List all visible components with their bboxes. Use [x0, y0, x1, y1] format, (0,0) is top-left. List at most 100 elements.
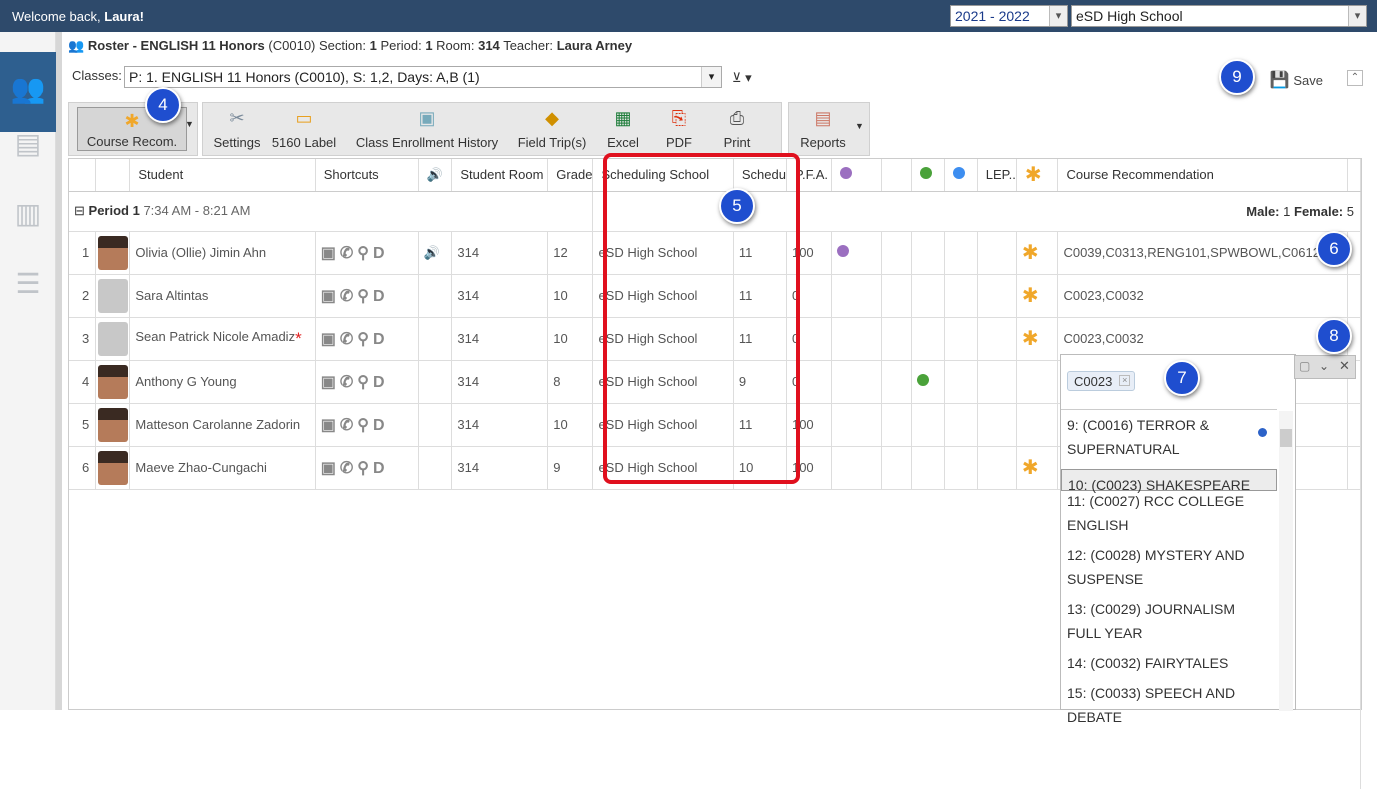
- collapse-group-icon[interactable]: ⊟: [74, 203, 85, 218]
- phone-icon[interactable]: ✆: [340, 374, 357, 391]
- table-row[interactable]: 1 Olivia (Ollie) Jimin Ahn ▣✆⚲D 🔊 314 12 eSD H…: [69, 231, 1362, 275]
- student-name[interactable]: Sean Patrick Nicole Amadiz: [135, 329, 295, 344]
- col-schedu[interactable]: Schedu: [733, 159, 787, 192]
- pdf-button[interactable]: ⎘ PDF: [661, 105, 697, 153]
- col-scheduling-school[interactable]: Scheduling School: [592, 159, 734, 192]
- course-option[interactable]: 15: (C0033) SPEECH AND DEBATE: [1061, 678, 1277, 732]
- col-student[interactable]: Student: [129, 159, 316, 192]
- col-audio[interactable]: 🔊: [418, 159, 453, 192]
- student-name-cell[interactable]: Anthony G Young: [129, 360, 316, 404]
- student-photo[interactable]: [95, 446, 131, 490]
- location-pin-icon[interactable]: ⚲: [357, 417, 373, 434]
- student-name-cell[interactable]: Maeve Zhao-Cungachi: [129, 446, 316, 490]
- scheduling-school: eSD High School: [592, 360, 734, 404]
- asterisk-icon[interactable]: ✱: [1022, 285, 1039, 307]
- col-purple[interactable]: [831, 159, 883, 192]
- grades-icon[interactable]: ▤: [10, 127, 46, 163]
- save-button[interactable]: 💾 Save: [1270, 70, 1323, 90]
- student-photo[interactable]: [95, 403, 131, 447]
- col-asterisk[interactable]: ✱: [1016, 159, 1059, 192]
- course-recommendation[interactable]: C0039,C0313,RENG101,SPWBOWL,C0612: [1057, 231, 1348, 275]
- id-card-icon[interactable]: ▣: [321, 417, 340, 434]
- student-photo[interactable]: [95, 360, 131, 404]
- student-name[interactable]: Maeve Zhao-Cungachi: [135, 460, 267, 475]
- d-icon[interactable]: D: [373, 417, 389, 434]
- id-card-icon[interactable]: ▣: [321, 331, 340, 348]
- asterisk-icon[interactable]: ✱: [1022, 242, 1039, 264]
- field-trips-button[interactable]: ◆ Field Trip(s): [513, 105, 591, 153]
- col-green[interactable]: [911, 159, 945, 192]
- id-card-icon[interactable]: ▣: [321, 460, 340, 477]
- course-recommendation[interactable]: C0023,C0032: [1057, 274, 1348, 318]
- filter-icon[interactable]: ⊻ ▾: [732, 70, 752, 86]
- student-photo[interactable]: [95, 274, 131, 318]
- location-pin-icon[interactable]: ⚲: [357, 331, 373, 348]
- analytics-icon[interactable]: ▥: [10, 197, 46, 233]
- col-shortcuts[interactable]: Shortcuts: [315, 159, 419, 192]
- phone-icon[interactable]: ✆: [340, 331, 357, 348]
- course-option[interactable]: 14: (C0032) FAIRYTALES: [1061, 648, 1277, 678]
- dropdown-arrow-icon[interactable]: ▼: [855, 121, 864, 131]
- course-option[interactable]: 9: (C0016) TERROR & SUPERNATURAL: [1061, 410, 1277, 464]
- student-name-cell[interactable]: Olivia (Ollie) Jimin Ahn: [129, 231, 316, 275]
- chevron-down-icon[interactable]: ⌄: [1319, 359, 1329, 373]
- scrollbar-thumb[interactable]: [1280, 429, 1292, 447]
- options-scrollbar[interactable]: [1279, 411, 1293, 711]
- school-select[interactable]: eSD High School ▾: [1071, 5, 1367, 27]
- class-enrollment-history-button[interactable]: ▣ Class Enrollment History: [353, 105, 501, 153]
- col-pfa[interactable]: P.F.A.: [786, 159, 833, 192]
- sidebar-item-roster[interactable]: 👥: [0, 52, 56, 132]
- col-student-room[interactable]: Student Room: [451, 159, 549, 192]
- school-year-select[interactable]: 2021 - 2022 ▾: [950, 5, 1068, 27]
- label-5160-button[interactable]: ▭ 5160 Label: [269, 105, 339, 153]
- asterisk-icon[interactable]: ✱: [1022, 457, 1039, 479]
- student-name-cell[interactable]: Sean Patrick Nicole Amadiz*: [129, 317, 316, 361]
- classes-select[interactable]: P: 1. ENGLISH 11 Honors (C0010), S: 1,2,…: [124, 66, 722, 88]
- location-pin-icon[interactable]: ⚲: [357, 245, 373, 262]
- asterisk-icon[interactable]: ✱: [1022, 328, 1039, 350]
- location-pin-icon[interactable]: ⚲: [357, 288, 373, 305]
- student-name[interactable]: Olivia (Ollie) Jimin Ahn: [135, 245, 266, 260]
- id-card-icon[interactable]: ▣: [321, 245, 340, 262]
- course-option[interactable]: 12: (C0028) MYSTERY AND SUSPENSE: [1061, 540, 1277, 594]
- d-icon[interactable]: D: [373, 460, 389, 477]
- settings-button[interactable]: ✂ Settings: [211, 105, 263, 153]
- phone-icon[interactable]: ✆: [340, 417, 357, 434]
- table-row[interactable]: 2 Sara Altintas ▣✆⚲D 314 10 eSD High School 11…: [69, 274, 1362, 318]
- d-icon[interactable]: D: [373, 288, 389, 305]
- collapse-up-icon[interactable]: ⌃: [1347, 70, 1363, 86]
- d-icon[interactable]: D: [373, 245, 389, 262]
- student-name-cell[interactable]: Matteson Carolanne Zadorin: [129, 403, 316, 447]
- course-option[interactable]: 10: (C0023) SHAKESPEARE: [1061, 469, 1277, 493]
- reports-button[interactable]: ▤ Reports: [795, 105, 851, 153]
- print-button[interactable]: ⎙ Print: [717, 105, 757, 153]
- col-course-recommendation[interactable]: Course Recommendation: [1057, 159, 1348, 192]
- excel-button[interactable]: ▦ Excel: [603, 105, 643, 153]
- id-card-icon[interactable]: ▣: [321, 288, 340, 305]
- comment-icon[interactable]: ▢: [1299, 359, 1310, 373]
- student-name-cell[interactable]: Sara Altintas: [129, 274, 316, 318]
- course-option[interactable]: 13: (C0029) JOURNALISM FULL YEAR: [1061, 594, 1277, 648]
- id-card-icon[interactable]: ▣: [321, 374, 340, 391]
- selected-course-chip[interactable]: C0023 ×: [1067, 371, 1136, 391]
- student-photo[interactable]: [95, 231, 131, 275]
- remove-chip-icon[interactable]: ×: [1119, 375, 1131, 386]
- col-grade[interactable]: Grade: [547, 159, 594, 192]
- student-name[interactable]: Sara Altintas: [135, 288, 208, 303]
- d-icon[interactable]: D: [373, 374, 389, 391]
- col-blue[interactable]: [944, 159, 978, 192]
- student-name[interactable]: Matteson Carolanne Zadorin: [135, 417, 300, 432]
- phone-icon[interactable]: ✆: [340, 288, 357, 305]
- dropdown-arrow-icon[interactable]: ▼: [185, 119, 194, 129]
- favorites-list-icon[interactable]: ☰: [10, 267, 46, 303]
- phone-icon[interactable]: ✆: [340, 460, 357, 477]
- speaker-icon[interactable]: 🔊: [424, 245, 440, 260]
- student-photo[interactable]: [95, 317, 131, 361]
- phone-icon[interactable]: ✆: [340, 245, 357, 262]
- d-icon[interactable]: D: [373, 331, 389, 348]
- close-icon[interactable]: ✕: [1339, 358, 1350, 374]
- col-lep[interactable]: LEP..: [977, 159, 1017, 192]
- student-name[interactable]: Anthony G Young: [135, 374, 236, 389]
- location-pin-icon[interactable]: ⚲: [357, 374, 373, 391]
- location-pin-icon[interactable]: ⚲: [357, 460, 373, 477]
